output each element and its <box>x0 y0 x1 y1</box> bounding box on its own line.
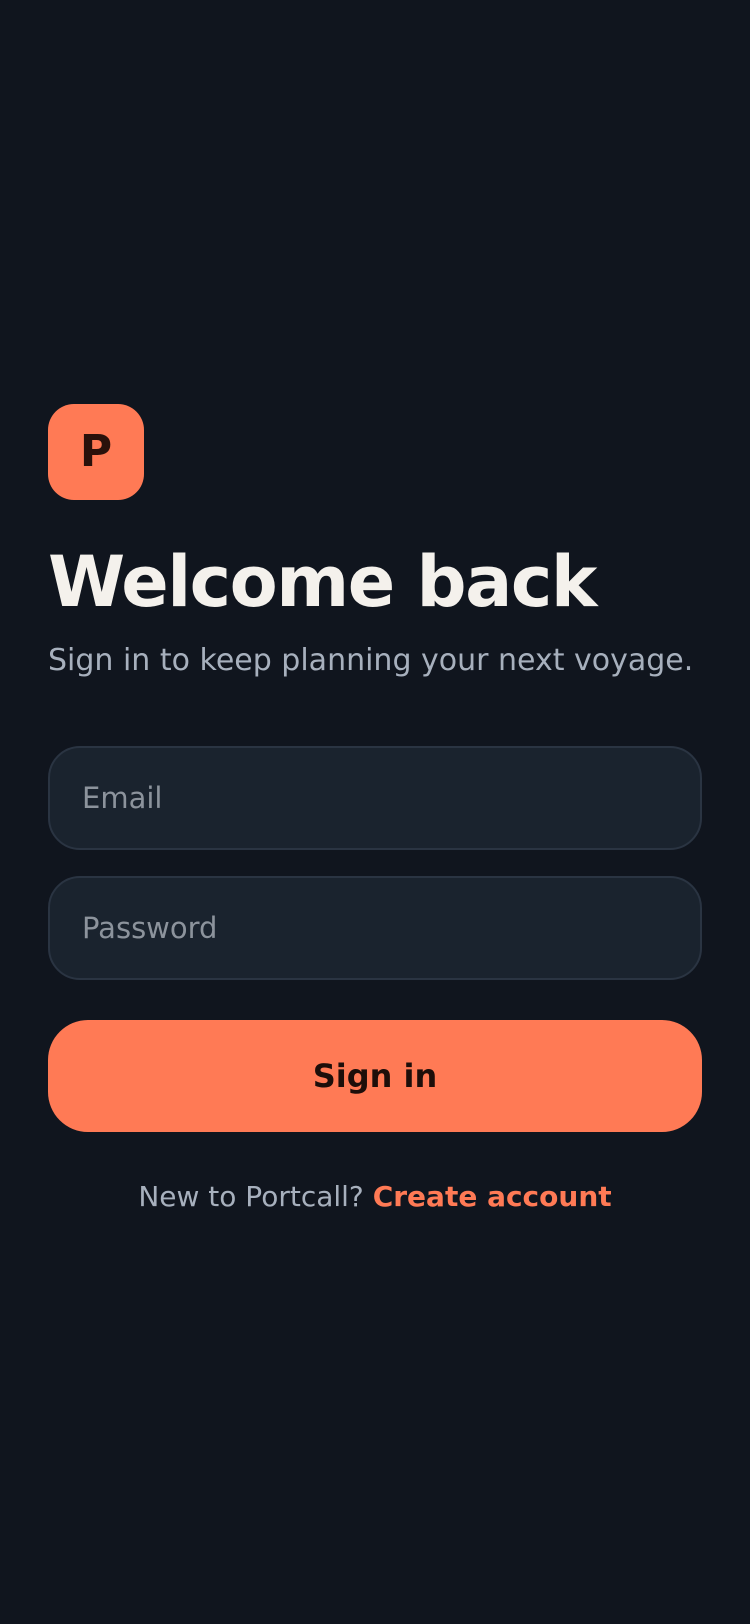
app-logo: P <box>48 404 144 500</box>
login-screen: P Welcome back Sign in to keep planning … <box>0 0 750 1624</box>
email-field[interactable] <box>48 745 702 850</box>
email-input[interactable] <box>82 780 668 815</box>
logo-letter: P <box>79 426 113 477</box>
page-title: Welcome back <box>48 541 597 623</box>
sign-in-button[interactable]: Sign in <box>48 1019 702 1132</box>
password-field[interactable] <box>48 875 702 980</box>
password-input[interactable] <box>82 910 668 945</box>
signup-prompt: New to Portcall? Create account <box>48 1180 702 1213</box>
page-subtitle: Sign in to keep planning your next voyag… <box>48 643 694 678</box>
create-account-link[interactable]: Create account <box>373 1180 612 1213</box>
login-content: P Welcome back Sign in to keep planning … <box>48 404 702 1213</box>
signup-prompt-text: New to Portcall? <box>138 1179 364 1213</box>
